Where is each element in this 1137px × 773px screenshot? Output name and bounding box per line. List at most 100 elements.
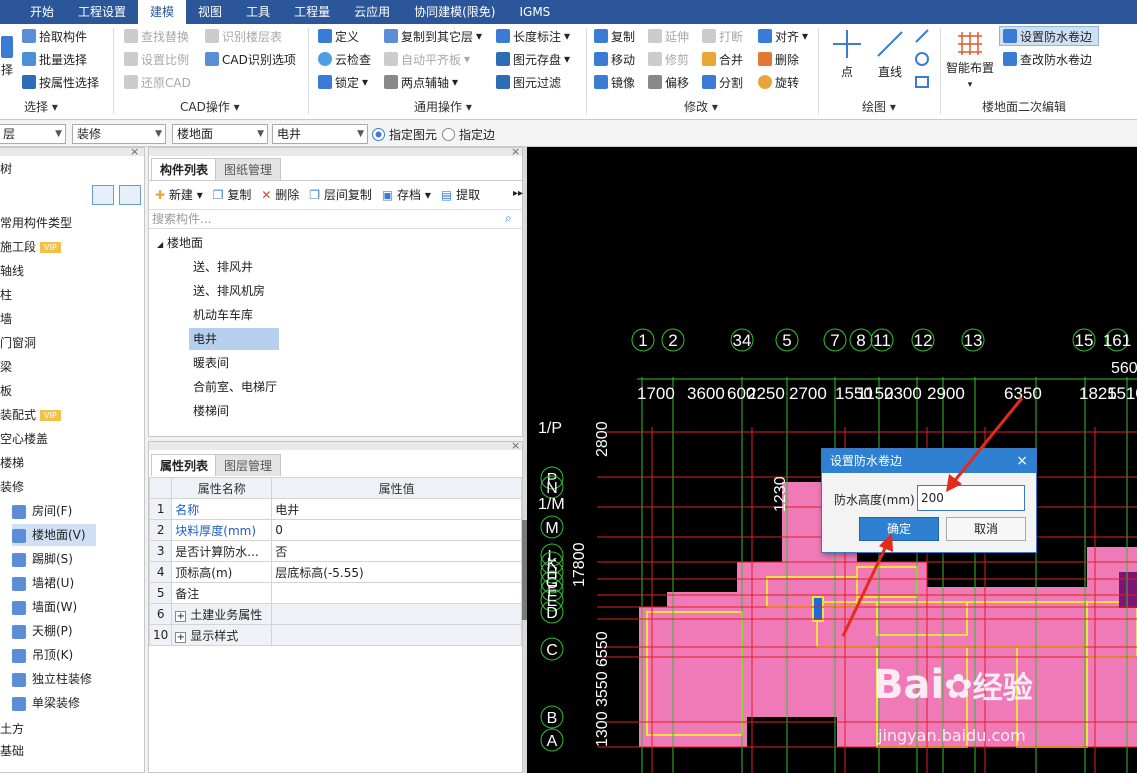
tree-item[interactable]: 基础 (0, 740, 24, 762)
circle-tool-button[interactable] (914, 49, 930, 69)
table-row[interactable]: 1 名称 电井 (148, 498, 522, 520)
menu-tools[interactable]: 工具 (234, 0, 282, 24)
menu-quantities[interactable]: 工程量 (282, 0, 342, 24)
property-value-cell[interactable]: 电井 (271, 498, 522, 520)
close-icon[interactable]: × (1016, 449, 1028, 473)
floor-select[interactable]: 层 ▼ (0, 124, 66, 144)
delete-button[interactable]: 删除 (758, 49, 799, 69)
copy-to-floor-button[interactable]: 复制到其它层 ▾ (384, 26, 482, 46)
copy-component-button[interactable]: ❐ 复制 (213, 186, 252, 203)
grid-view-icon[interactable] (119, 185, 141, 205)
tree-item[interactable]: 梁 (0, 356, 12, 378)
select-by-property-button[interactable]: 按属性选择 (22, 72, 99, 92)
radio-specified-edge[interactable]: 指定边 (442, 126, 495, 143)
modify-group-label[interactable]: 修改 ▾ (684, 98, 718, 115)
tab-component-list[interactable]: 构件列表 (151, 158, 218, 180)
archive-button[interactable]: ▣ 存档 ▾ (382, 186, 431, 203)
cancel-button[interactable]: 取消 (946, 517, 1026, 541)
define-button[interactable]: 定义 (318, 26, 359, 46)
tab-drawing-management[interactable]: 图纸管理 (215, 158, 282, 180)
menu-project-settings[interactable]: 工程设置 (66, 0, 138, 24)
new-button[interactable]: ✚ 新建 ▾ (155, 186, 203, 203)
table-row[interactable]: 3 是否计算防水... 否 (148, 540, 522, 562)
close-icon[interactable]: × (511, 145, 520, 158)
search-input[interactable]: 搜索构件... (149, 209, 522, 229)
tree-subitem[interactable]: 房间(F) (12, 500, 72, 522)
tree-subitem[interactable]: 墙面(W) (12, 596, 77, 618)
property-value-cell[interactable]: 否 (271, 540, 522, 562)
waterproof-height-input[interactable]: 200 (917, 485, 1025, 511)
general-group-label[interactable]: 通用操作 ▾ (414, 98, 472, 115)
trim-button[interactable]: 修剪 (648, 49, 689, 69)
tree-subitem[interactable]: 单梁装修 (12, 692, 80, 714)
set-waterproof-edge-button[interactable]: 设置防水卷边 (999, 26, 1099, 46)
component-list-item[interactable]: 楼梯间 (189, 400, 279, 422)
edit-waterproof-edge-button[interactable]: 查改防水卷边 (1003, 49, 1092, 69)
point-button[interactable]: 点 (833, 30, 861, 80)
rectangle-tool-button[interactable] (914, 72, 930, 92)
tree-item[interactable]: 板 (0, 380, 12, 402)
component-list-item[interactable]: 合前室、电梯厅 (189, 376, 279, 398)
property-value-cell[interactable]: 层底标高(-5.55) (271, 561, 522, 583)
menu-start[interactable]: 开始 (18, 0, 66, 24)
tree-root[interactable]: ◢ 楼地面 (157, 234, 203, 251)
tree-item[interactable]: 墙 (0, 308, 12, 330)
length-dimension-button[interactable]: 长度标注 ▾ (496, 26, 570, 46)
cad-options-button[interactable]: CAD识别选项 (205, 49, 296, 69)
select-group-label[interactable]: 选择 ▾ (24, 98, 58, 115)
save-elements-button[interactable]: 图元存盘 ▾ (496, 49, 570, 69)
property-value-cell[interactable] (271, 603, 522, 625)
set-scale-button[interactable]: 设置比例 (124, 49, 189, 69)
split-button[interactable]: 分割 (702, 72, 743, 92)
extend-button[interactable]: 延伸 (648, 26, 689, 46)
move-button[interactable]: 移动 (594, 49, 635, 69)
cad-group-label[interactable]: CAD操作 ▾ (180, 98, 240, 115)
property-value-cell[interactable] (271, 582, 522, 604)
item-select[interactable]: 电井 ▼ (272, 124, 368, 144)
lock-button[interactable]: 锁定 ▾ (318, 72, 368, 92)
tab-property-list[interactable]: 属性列表 (151, 454, 218, 476)
line-button[interactable]: 直线 (876, 30, 904, 80)
merge-button[interactable]: 合并 (702, 49, 743, 69)
expand-icon[interactable]: + (175, 631, 187, 643)
ok-button[interactable]: 确定 (859, 517, 939, 541)
tree-subitem[interactable]: 吊顶(K) (12, 644, 73, 666)
rotate-button[interactable]: 旋转 (758, 72, 799, 92)
menu-igms[interactable]: IGMS (507, 0, 562, 24)
tree-item[interactable]: 装修 (0, 476, 24, 498)
component-list-item[interactable]: 暖表间 (189, 352, 279, 374)
component-list-item[interactable]: 电井 (189, 328, 279, 350)
auto-align-slab-button[interactable]: 自动平齐板 ▾ (384, 49, 470, 69)
table-row[interactable]: 4 顶标高(m) 层底标高(-5.55) (148, 561, 522, 583)
menu-cloud[interactable]: 云应用 (342, 0, 402, 24)
property-value-cell[interactable]: 0 (271, 519, 522, 541)
search-icon[interactable]: ⌕ (505, 211, 512, 226)
close-icon[interactable]: × (511, 439, 520, 452)
delete-component-button[interactable]: ✕ 删除 (261, 186, 299, 203)
batch-select-button[interactable]: 批量选择 (22, 49, 87, 69)
tree-item[interactable]: 土方 (0, 718, 24, 740)
element-filter-button[interactable]: 图元过滤 (496, 72, 561, 92)
find-replace-button[interactable]: 查找替换 (124, 26, 189, 46)
pick-component-button[interactable]: 拾取构件 (22, 26, 87, 46)
identify-floor-table-button[interactable]: 识别楼层表 (205, 26, 282, 46)
component-list-item[interactable]: 送、排风井 (189, 256, 279, 278)
smart-layout-button[interactable]: 智能布置 ▾ (946, 30, 994, 90)
tree-item[interactable]: 柱 (0, 284, 12, 306)
select-large-button[interactable]: 择 (0, 28, 14, 78)
cloud-check-button[interactable]: 云检查 (318, 49, 371, 69)
tree-item[interactable]: 楼梯 (0, 452, 24, 474)
menu-view[interactable]: 视图 (186, 0, 234, 24)
category-select[interactable]: 装修 ▼ (72, 124, 166, 144)
restore-cad-button[interactable]: 还原CAD (124, 72, 191, 92)
tree-item[interactable]: 施工段 VIP (0, 236, 61, 258)
expand-icon[interactable]: + (175, 610, 187, 622)
close-icon[interactable]: × (130, 145, 139, 158)
extract-button[interactable]: ▤ 提取 (441, 186, 480, 203)
property-value-cell[interactable] (271, 624, 522, 646)
type-select[interactable]: 楼地面 ▼ (172, 124, 268, 144)
offset-button[interactable]: 偏移 (648, 72, 689, 92)
tree-item[interactable]: 装配式 VIP (0, 404, 61, 426)
list-view-icon[interactable] (92, 185, 114, 205)
tree-item[interactable]: 门窗洞 (0, 332, 36, 354)
